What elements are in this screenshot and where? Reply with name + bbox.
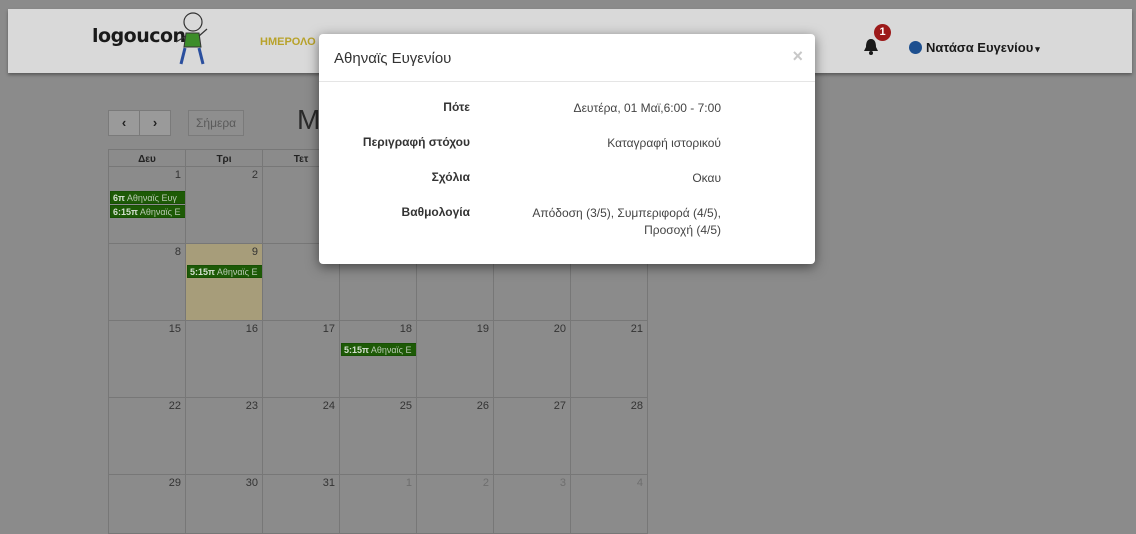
day-number: 1 — [174, 169, 181, 181]
day-cell-today[interactable]: 9 5:15π Αθηναϊς Ε — [185, 243, 263, 321]
event-title: Αθηναϊς Ε — [370, 345, 412, 355]
user-name: Νατάσα Ευγενίου — [926, 40, 1034, 55]
day-number: 17 — [322, 323, 335, 335]
logo-kid-icon — [175, 12, 208, 65]
event-time: 6:15π — [113, 207, 138, 217]
detail-label: Σχόλια — [431, 170, 470, 184]
detail-value: Καταγραφή ιστορικού — [607, 136, 721, 150]
day-cell[interactable]: 29 — [108, 474, 186, 534]
day-cell[interactable]: 3 — [493, 474, 571, 534]
event-detail-modal: Αθηναϊς Ευγενίου × Πότε Δευτέρα, 01 Μαϊ,… — [319, 34, 815, 264]
day-number: 9 — [251, 246, 258, 258]
notification-badge: 1 — [874, 24, 891, 41]
day-number: 27 — [553, 400, 566, 412]
modal-title: Αθηναϊς Ευγενίου — [334, 50, 452, 67]
day-cell[interactable]: 28 — [570, 397, 648, 475]
event-title: Αθηναϊς Ε — [139, 207, 181, 217]
day-cell[interactable]: 25 — [339, 397, 417, 475]
day-header-tue: Τρι — [185, 149, 263, 167]
event-item[interactable]: 6:15π Αθηναϊς Ε — [110, 205, 186, 218]
event-item[interactable]: 5:15π Αθηναϊς Ε — [341, 343, 417, 356]
day-number: 26 — [476, 400, 489, 412]
modal-header: Αθηναϊς Ευγενίου × — [319, 34, 815, 82]
day-number: 30 — [245, 477, 258, 489]
day-cell[interactable]: 23 — [185, 397, 263, 475]
month-title: M — [297, 104, 321, 135]
day-number: 23 — [245, 400, 258, 412]
day-cell[interactable]: 26 — [416, 397, 494, 475]
day-number: 15 — [168, 323, 181, 335]
next-button[interactable]: › — [140, 110, 171, 136]
detail-value: Απόδοση (3/5), Συμπεριφορά (4/5), Προσοχ… — [532, 206, 721, 237]
day-cell[interactable]: 20 — [493, 320, 571, 398]
day-cell[interactable]: 2 — [416, 474, 494, 534]
detail-label: Βαθμολογία — [401, 205, 470, 219]
user-menu[interactable]: Νατάσα Ευγενίου ▾ — [909, 40, 1040, 55]
day-number: 2 — [251, 169, 258, 181]
day-number: 20 — [553, 323, 566, 335]
calendar-nav-buttons: ‹ › — [108, 110, 171, 136]
day-cell[interactable]: 4 — [570, 474, 648, 534]
day-number: 24 — [322, 400, 335, 412]
day-number: 31 — [322, 477, 335, 489]
day-cell[interactable]: 19 — [416, 320, 494, 398]
detail-label: Περιγραφή στόχου — [362, 135, 470, 149]
prev-button[interactable]: ‹ — [108, 110, 140, 136]
detail-value: Οκαυ — [692, 171, 721, 185]
day-number: 8 — [174, 246, 181, 258]
event-item[interactable]: 6π Αθηναϊς Ευγ — [110, 191, 186, 204]
day-cell[interactable]: 1 — [339, 474, 417, 534]
day-cell[interactable]: 22 — [108, 397, 186, 475]
day-number: 3 — [559, 477, 566, 489]
day-number: 21 — [630, 323, 643, 335]
detail-label: Πότε — [443, 100, 470, 114]
day-header-mon: Δευ — [108, 149, 186, 167]
day-cell[interactable]: 27 — [493, 397, 571, 475]
today-button[interactable]: Σήμερα — [188, 110, 245, 136]
day-cell[interactable]: 2 — [185, 166, 263, 244]
day-cell[interactable]: 30 — [185, 474, 263, 534]
event-time: 6π — [113, 193, 125, 203]
day-cell[interactable]: 31 — [262, 474, 340, 534]
event-item[interactable]: 5:15π Αθηναϊς Ε — [187, 265, 263, 278]
day-number: 16 — [245, 323, 258, 335]
event-time: 5:15π — [190, 267, 215, 277]
day-cell[interactable]: 21 — [570, 320, 648, 398]
day-number: 28 — [630, 400, 643, 412]
day-number: 4 — [636, 477, 643, 489]
day-cell[interactable]: 18 5:15π Αθηναϊς Ε — [339, 320, 417, 398]
day-number: 29 — [168, 477, 181, 489]
day-cell[interactable]: 1 6π Αθηναϊς Ευγ 6:15π Αθηναϊς Ε — [108, 166, 186, 244]
user-avatar-icon — [909, 41, 922, 54]
event-time: 5:15π — [344, 345, 369, 355]
day-cell[interactable]: 17 — [262, 320, 340, 398]
day-cell[interactable]: 8 — [108, 243, 186, 321]
detail-value: Δευτέρα, 01 Μαϊ,6:00 - 7:00 — [573, 101, 721, 115]
day-cell[interactable]: 16 — [185, 320, 263, 398]
day-number: 22 — [168, 400, 181, 412]
day-number: 2 — [482, 477, 489, 489]
day-number: 1 — [405, 477, 412, 489]
caret-down-icon: ▾ — [1035, 44, 1040, 54]
event-title: Αθηναϊς Ευγ — [126, 193, 177, 203]
day-number: 18 — [399, 323, 412, 335]
day-number: 25 — [399, 400, 412, 412]
event-title: Αθηναϊς Ε — [216, 267, 258, 277]
close-icon[interactable]: × — [792, 46, 803, 67]
day-number: 19 — [476, 323, 489, 335]
day-cell[interactable]: 24 — [262, 397, 340, 475]
nav-link-calendar[interactable]: ΗΜΕΡΟΛΟ — [260, 36, 316, 48]
day-cell[interactable]: 15 — [108, 320, 186, 398]
